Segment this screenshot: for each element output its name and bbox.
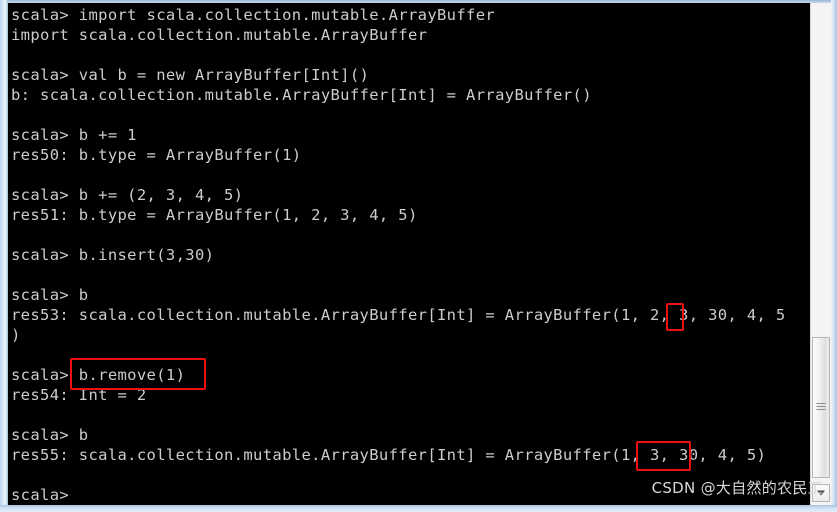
annotation-box-highlight-remove-command [70, 358, 206, 390]
scrollbar-grip-icon [816, 402, 826, 412]
terminal-line-list: scala> import scala.collection.mutable.A… [8, 3, 786, 505]
terminal-window: scala> import scala.collection.mutable.A… [0, 0, 837, 512]
csdn-watermark: CSDN @大自然的农民工 [651, 479, 823, 497]
scrollbar-thumb[interactable] [812, 337, 830, 478]
vertical-scrollbar[interactable] [810, 3, 831, 505]
terminal-output-area[interactable]: scala> import scala.collection.mutable.A… [8, 3, 810, 505]
window-frame-left [0, 0, 8, 512]
terminal-line: res51: b.type = ArrayBuffer(1, 2, 3, 4, … [11, 206, 418, 224]
terminal-line: res50: b.type = ArrayBuffer(1) [11, 146, 302, 164]
terminal-line: b: scala.collection.mutable.ArrayBuffer[… [11, 86, 592, 104]
annotation-box-highlight-values-1-3 [636, 441, 691, 471]
terminal-line: scala> import scala.collection.mutable.A… [11, 6, 496, 24]
terminal-line: scala> b += 1 [11, 126, 137, 144]
annotation-box-highlight-value-2 [666, 303, 684, 331]
terminal-line: scala> val b = new ArrayBuffer[Int]() [11, 66, 370, 84]
terminal-line: scala> b.insert(3,30) [11, 246, 215, 264]
terminal-line: scala> b [11, 286, 89, 304]
terminal-line: import scala.collection.mutable.ArrayBuf… [11, 26, 428, 44]
window-frame-bottom [0, 505, 837, 512]
window-frame-right [831, 0, 837, 512]
terminal-line: scala> b += (2, 3, 4, 5) [11, 186, 244, 204]
